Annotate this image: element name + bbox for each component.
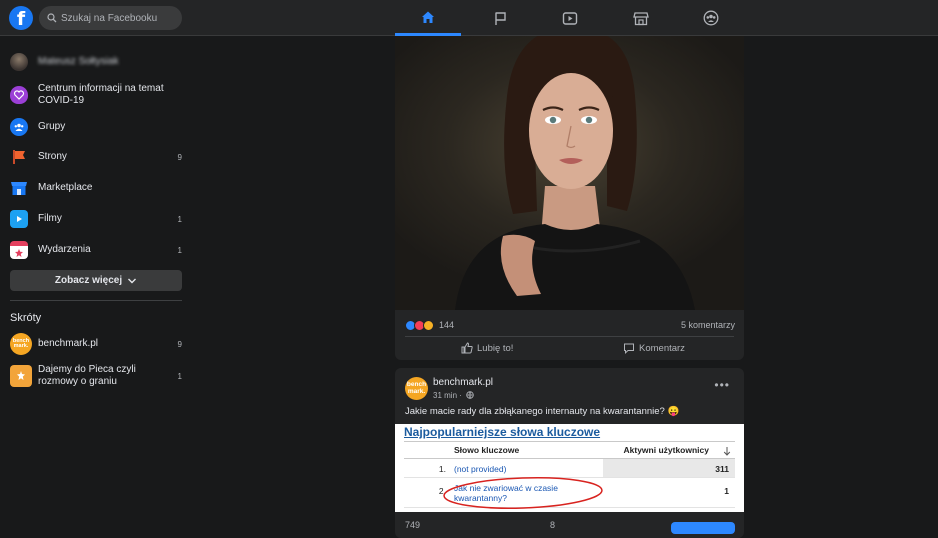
chevron-down-icon bbox=[128, 278, 137, 283]
sidebar-item-label: Strony bbox=[38, 151, 67, 162]
red-circle-annotation bbox=[443, 477, 603, 509]
sidebar-item-count: 1 bbox=[177, 245, 182, 255]
post-time[interactable]: 31 min · bbox=[433, 391, 462, 400]
tab-home[interactable] bbox=[395, 0, 461, 36]
shortcut-dajemy-do-pieca[interactable]: Dajemy do Pieca czyli rozmowy o graniu 1 bbox=[10, 363, 182, 389]
post-card-photo: 144 5 komentarzy Lubię to! Komentarz bbox=[395, 36, 744, 360]
post-photo[interactable] bbox=[395, 36, 744, 310]
sidebar-item-label: Filmy bbox=[38, 213, 62, 224]
comment-button[interactable]: Komentarz bbox=[623, 340, 685, 356]
shortcuts-title: Skróty bbox=[10, 312, 42, 324]
sidebar-item-profile[interactable]: Mateusz Sołtysiak bbox=[10, 52, 182, 72]
marketplace-icon bbox=[10, 179, 28, 197]
video-icon bbox=[562, 11, 578, 25]
shortcut-count: 1 bbox=[177, 371, 182, 381]
facebook-logo[interactable]: f bbox=[9, 6, 33, 30]
share-button[interactable] bbox=[671, 522, 735, 534]
post-card-benchmark: bench mark. benchmark.pl 31 min · ••• Ja… bbox=[395, 368, 744, 538]
sidebar-item-groups[interactable]: Grupy bbox=[10, 117, 182, 137]
calendar-icon bbox=[10, 241, 28, 259]
thumbs-up-icon bbox=[461, 342, 473, 354]
sidebar-item-count: 1 bbox=[177, 214, 182, 224]
comment-label: Komentarz bbox=[639, 342, 685, 354]
sidebar-item-label: Centrum informacji na temat COVID-19 bbox=[38, 83, 164, 106]
flag-icon bbox=[10, 148, 28, 166]
more-options-icon[interactable]: ••• bbox=[714, 378, 730, 392]
benchmark-avatar: bench mark. bbox=[10, 333, 32, 355]
shortcut-label: benchmark.pl bbox=[38, 338, 99, 349]
sidebar-item-covid[interactable]: Centrum informacji na temat COVID-19 bbox=[10, 82, 182, 108]
sidebar-item-count: 9 bbox=[177, 152, 182, 162]
sidebar-divider bbox=[10, 300, 182, 301]
sidebar-item-pages[interactable]: Strony 9 bbox=[10, 147, 182, 167]
avatar bbox=[10, 53, 28, 71]
groups-icon bbox=[10, 118, 28, 136]
groups-icon bbox=[703, 10, 719, 26]
comment-icon bbox=[624, 343, 634, 354]
search-icon bbox=[47, 13, 57, 23]
reaction-count[interactable]: 749 bbox=[405, 520, 420, 530]
sidebar-item-label: Mateusz Sołtysiak bbox=[38, 56, 119, 67]
benchmark-avatar[interactable]: bench mark. bbox=[405, 377, 428, 400]
covid-shield-icon bbox=[10, 86, 28, 104]
tab-watch[interactable] bbox=[537, 0, 603, 36]
top-bar: f bbox=[0, 0, 938, 36]
like-button[interactable]: Lubię to! bbox=[461, 340, 513, 356]
reaction-count[interactable]: 144 bbox=[439, 320, 454, 330]
tab-groups[interactable] bbox=[678, 0, 744, 36]
home-icon bbox=[422, 11, 434, 23]
comment-count[interactable]: 8 bbox=[550, 520, 555, 530]
sidebar-item-label: Wydarzenia bbox=[38, 244, 91, 255]
game-controller-icon bbox=[10, 365, 32, 387]
marketplace-icon bbox=[633, 11, 649, 25]
sidebar-item-marketplace[interactable]: Marketplace bbox=[10, 178, 182, 198]
tab-pages[interactable] bbox=[467, 0, 533, 36]
search-input[interactable] bbox=[61, 12, 171, 24]
sidebar-item-label: Grupy bbox=[38, 121, 66, 132]
see-more-label: Zobacz więcej bbox=[54, 275, 123, 286]
sidebar-item-watch[interactable]: Filmy 1 bbox=[10, 209, 182, 229]
sidebar-item-label: Marketplace bbox=[38, 182, 93, 193]
search-box[interactable] bbox=[39, 6, 182, 30]
video-icon bbox=[10, 210, 28, 228]
flag-icon bbox=[494, 11, 506, 25]
shortcut-label: Dajemy do Pieca czyli rozmowy o graniu bbox=[38, 364, 136, 387]
tab-marketplace[interactable] bbox=[608, 0, 674, 36]
post-author[interactable]: benchmark.pl bbox=[433, 377, 493, 388]
see-more-button[interactable]: Zobacz więcej bbox=[10, 270, 182, 291]
post-meta: 31 min · bbox=[433, 391, 474, 400]
comment-count[interactable]: 5 komentarzy bbox=[681, 320, 735, 330]
portrait-illustration bbox=[455, 36, 695, 310]
post-divider bbox=[405, 336, 734, 337]
sidebar-item-events[interactable]: Wydarzenia 1 bbox=[10, 240, 182, 260]
wow-reaction-icon[interactable] bbox=[423, 319, 434, 331]
like-label: Lubię to! bbox=[477, 342, 514, 354]
shortcut-count: 9 bbox=[177, 339, 182, 349]
post-embed-image[interactable]: Najpopularniejsze słowa kluczowe Słowo k… bbox=[395, 424, 744, 512]
post-text: Jakie macie rady dla zbłąkanego internau… bbox=[405, 406, 680, 417]
shortcut-benchmark[interactable]: bench mark. benchmark.pl 9 bbox=[10, 333, 182, 355]
globe-icon bbox=[466, 391, 474, 399]
reactions-row: 144 5 komentarzy bbox=[405, 318, 735, 332]
